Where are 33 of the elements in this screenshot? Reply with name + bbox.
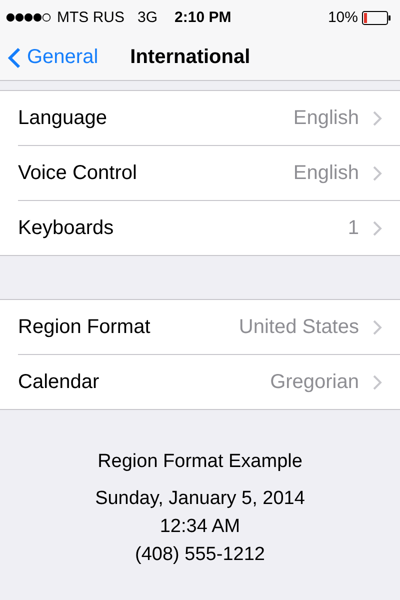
status-time: 2:10 PM <box>174 9 232 26</box>
chevron-icon <box>373 220 382 236</box>
network-type: 3G <box>138 9 158 26</box>
settings-row[interactable]: Keyboards 1 <box>18 200 400 255</box>
row-label: Language <box>18 106 108 130</box>
back-chevron-icon <box>8 46 21 68</box>
back-button[interactable]: General <box>8 46 98 69</box>
row-value: English <box>293 106 359 130</box>
example-title: Region Format Example <box>98 450 302 474</box>
row-label: Keyboards <box>18 216 115 240</box>
row-value: Gregorian <box>270 370 359 394</box>
signal-icon <box>6 13 52 22</box>
row-label: Voice Control <box>18 162 138 184</box>
chevron-icon <box>373 374 382 390</box>
battery-percent: 10% <box>328 9 358 26</box>
battery-icon <box>362 10 392 24</box>
page-title: International <box>130 46 250 69</box>
settings-row[interactable]: Calendar Gregorian <box>18 354 400 409</box>
example-line: Sunday, January 5, 2014 <box>95 487 305 511</box>
row-label: Calendar <box>18 370 100 394</box>
chevron-icon <box>373 320 382 334</box>
settings-row[interactable]: Region Format United States <box>18 300 400 354</box>
chevron-icon <box>373 166 382 180</box>
settings-row[interactable]: Voice Control English <box>18 145 400 200</box>
row-value: 1 <box>348 216 359 240</box>
row-value: English <box>293 162 359 184</box>
example-line: 12:34 AM <box>160 515 240 539</box>
example-line: (408) 555-1212 <box>135 543 265 567</box>
chevron-icon <box>373 110 382 126</box>
row-value: United States <box>238 316 359 338</box>
settings-row[interactable]: Language English <box>18 91 400 145</box>
carrier-name: MTS RUS <box>57 9 124 26</box>
row-label: Region Format <box>18 316 152 338</box>
